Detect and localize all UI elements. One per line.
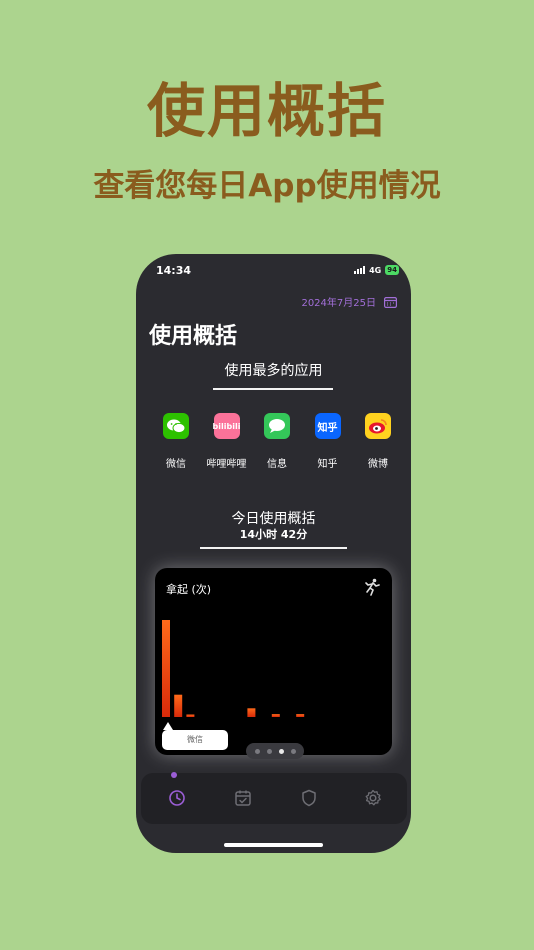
chart-bar-3[interactable] — [186, 714, 195, 718]
app-name: 哔哩哔哩 — [206, 459, 247, 470]
active-tab-indicator — [171, 772, 177, 778]
page-title: 使用概括 — [149, 324, 238, 349]
chart-bar-12[interactable] — [296, 714, 305, 717]
top-apps-list: 微信 bilibili 哔哩哔哩 信息 知乎 知乎 微博 — [154, 413, 400, 470]
chart-bar-2[interactable] — [174, 694, 183, 717]
bilibili-icon: bilibili — [212, 413, 241, 439]
promo-subtitle: 查看您每日App使用情况 — [93, 168, 441, 204]
tab-calendar[interactable] — [233, 788, 253, 808]
top-apps-divider — [213, 388, 333, 390]
app-name: 知乎 — [317, 459, 338, 470]
chart-bar-8[interactable] — [247, 708, 256, 717]
zhihu-icon: 知乎 — [314, 413, 341, 439]
battery-icon: 94 — [385, 265, 399, 275]
chart-bar-1[interactable] — [162, 620, 170, 717]
network-type: 4G — [369, 265, 382, 275]
weibo-icon — [365, 413, 391, 439]
date-label: 2024年7月25日 — [301, 298, 376, 309]
tab-protection[interactable] — [299, 788, 319, 808]
date-selector[interactable]: 2024年7月25日 — [301, 294, 397, 309]
app-item-zhihu[interactable]: 知乎 知乎 — [306, 413, 350, 470]
pickups-chart-card[interactable]: 拿起 (次) 微信 — [155, 568, 392, 755]
status-bar: 14:34 4G 94 — [136, 254, 411, 286]
tab-bar — [141, 773, 407, 824]
bilibili-logo-text: bilibili — [212, 421, 241, 431]
calendar-check-icon — [235, 790, 251, 806]
app-item-weibo[interactable]: 微博 — [356, 413, 400, 470]
shield-icon — [302, 789, 316, 807]
tab-overview[interactable] — [167, 788, 187, 808]
chart-bar-10[interactable] — [271, 714, 280, 717]
tooltip-arrow — [163, 722, 173, 730]
signal-icon — [354, 266, 366, 274]
tab-settings[interactable] — [363, 788, 383, 808]
usage-summary-title: 今日使用概括 — [231, 511, 316, 527]
usage-total-value: 14小时 42分 — [239, 528, 308, 541]
app-item-wechat[interactable]: 微信 — [154, 413, 198, 470]
promo-title: 使用概括 — [146, 77, 387, 145]
page-dot[interactable] — [290, 748, 296, 754]
app-name: 微信 — [166, 459, 186, 470]
top-apps-title: 使用最多的应用 — [224, 363, 323, 379]
app-item-bilibili[interactable]: bilibili 哔哩哔哩 — [205, 413, 249, 470]
app-name: 微博 — [368, 459, 388, 470]
app-item-messages[interactable]: 信息 — [255, 413, 299, 470]
app-name: 信息 — [267, 459, 287, 470]
page-dot-active[interactable] — [278, 748, 284, 754]
page-dot[interactable] — [266, 748, 272, 754]
page-indicator[interactable] — [246, 743, 304, 759]
usage-summary-divider — [200, 547, 347, 549]
calendar-icon[interactable] — [384, 296, 397, 308]
phone-frame: 14:34 4G 94 2024年7月25日 使用概括 使用最多的应用 微信 b… — [136, 254, 411, 853]
page-dot[interactable] — [254, 748, 260, 754]
pickups-bar-chart — [162, 620, 305, 718]
status-time: 14:34 — [156, 264, 192, 277]
zhihu-logo-text: 知乎 — [317, 422, 338, 434]
clock-icon — [169, 790, 185, 806]
gear-icon — [365, 789, 381, 806]
messages-icon — [264, 413, 290, 439]
wechat-icon — [163, 413, 189, 439]
home-indicator[interactable] — [224, 843, 323, 847]
status-indicators: 4G 94 — [354, 265, 399, 275]
chart-tooltip: 微信 — [162, 730, 228, 750]
